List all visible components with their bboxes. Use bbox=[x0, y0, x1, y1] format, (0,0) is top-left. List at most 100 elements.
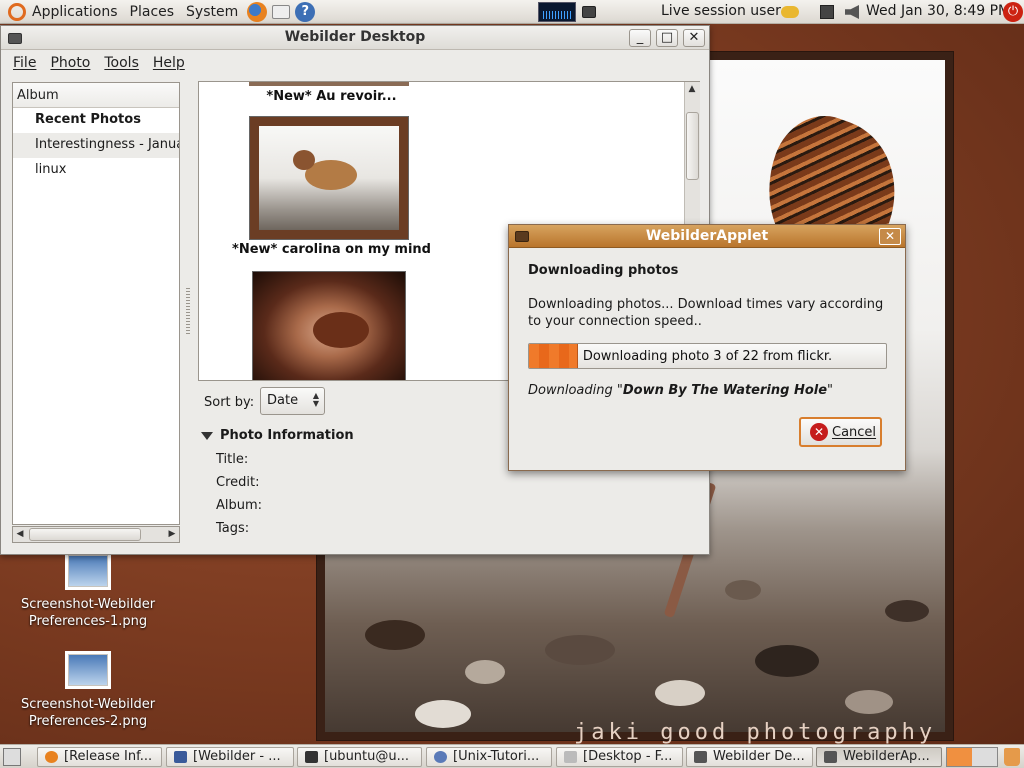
close-button[interactable]: ✕ bbox=[683, 29, 705, 47]
album-item-linux[interactable]: linux bbox=[13, 158, 179, 183]
progress-text: Downloading photo 3 of 22 from flickr. bbox=[582, 349, 833, 364]
keyring-icon[interactable] bbox=[781, 6, 799, 18]
desktop-file-icon-2[interactable] bbox=[68, 654, 108, 686]
album-horizontal-scrollbar[interactable]: ◀ ▶ bbox=[12, 526, 180, 543]
download-progress-bar: Downloading photo 3 of 22 from flickr. bbox=[528, 343, 887, 369]
taskbar-item-webilder-doc[interactable]: [Webilder - ... bbox=[166, 747, 294, 767]
dialog-title: WebilderApplet bbox=[645, 228, 769, 244]
sort-by-select[interactable]: Date ▲ ▼ bbox=[260, 387, 325, 415]
current-download-suffix: " bbox=[827, 383, 834, 398]
panel-clock[interactable]: Wed Jan 30, 8:49 PM bbox=[866, 3, 1010, 19]
info-credit-label: Credit: bbox=[216, 475, 260, 490]
taskbar-label: [ubuntu@u... bbox=[324, 749, 410, 764]
dialog-message: Downloading photos... Download times var… bbox=[528, 297, 884, 329]
album-item-recent-photos[interactable]: Recent Photos bbox=[13, 108, 179, 133]
menu-help[interactable]: Help bbox=[146, 55, 192, 71]
taskbar-item-release-info[interactable]: [Release Inf... bbox=[37, 747, 162, 767]
info-title-label: Title: bbox=[216, 452, 249, 467]
album-list: Album Recent Photos Interestingness - Ja… bbox=[12, 82, 180, 525]
webilder-task-icon bbox=[824, 751, 837, 763]
taskbar-item-webilder-applet[interactable]: WebilderAp... bbox=[816, 747, 942, 767]
desktop-file-label-1[interactable]: Screenshot-Webilder Preferences-1.png bbox=[18, 596, 158, 630]
mail-launcher-icon[interactable] bbox=[272, 4, 291, 19]
wren-head bbox=[293, 150, 315, 170]
desktop-file-label-2[interactable]: Screenshot-Webilder Preferences-2.png bbox=[18, 696, 158, 730]
taskbar-label: [Desktop - F... bbox=[583, 749, 673, 764]
taskbar-label: [Release Inf... bbox=[64, 749, 153, 764]
menu-file[interactable]: File bbox=[6, 55, 43, 71]
photo-caption-2[interactable]: *New* carolina on my mind bbox=[199, 242, 464, 257]
system-monitor-icon[interactable] bbox=[538, 2, 576, 22]
taskbar-label: [Unix-Tutori... bbox=[453, 749, 540, 764]
places-menu[interactable]: Places bbox=[124, 0, 181, 24]
sort-by-value: Date bbox=[267, 393, 299, 408]
info-tags-label: Tags: bbox=[216, 521, 250, 536]
show-desktop-icon[interactable] bbox=[3, 748, 21, 766]
network-icon[interactable] bbox=[820, 5, 834, 19]
folder-task-icon bbox=[564, 751, 577, 763]
help-launcher-icon[interactable]: ? bbox=[295, 1, 316, 22]
photo-information-expander[interactable]: Photo Information bbox=[201, 428, 354, 443]
dialog-close-button[interactable]: ✕ bbox=[879, 228, 901, 245]
taskbar-item-unix-tutorial[interactable]: [Unix-Tutori... bbox=[426, 747, 552, 767]
album-column-header[interactable]: Album bbox=[13, 83, 179, 108]
session-user-label[interactable]: Live session user bbox=[661, 3, 781, 19]
photo-thumbnail-partial[interactable] bbox=[249, 82, 409, 86]
minimize-button[interactable]: _ bbox=[629, 29, 651, 47]
dialog-heading: Downloading photos bbox=[528, 263, 679, 278]
system-monitor-graph bbox=[543, 11, 573, 19]
menu-photo[interactable]: Photo bbox=[43, 55, 97, 71]
wallpaper-watermark: jaki good photography bbox=[574, 720, 937, 744]
bottom-panel: [Release Inf... [Webilder - ... [ubuntu@… bbox=[0, 744, 1024, 768]
applications-menu[interactable]: Applications bbox=[32, 0, 124, 24]
trash-icon[interactable] bbox=[1004, 748, 1020, 766]
main-titlebar[interactable]: Webilder Desktop _ □ ✕ bbox=[1, 26, 709, 50]
wren-photo bbox=[259, 126, 399, 230]
current-download-label: Downloading "Down By The Watering Hole" bbox=[528, 383, 833, 398]
workspace-switcher[interactable] bbox=[946, 747, 998, 767]
dialog-titlebar[interactable]: WebilderApplet ✕ bbox=[509, 225, 905, 248]
firefox-task-icon bbox=[45, 751, 58, 763]
terminal-task-icon bbox=[305, 751, 318, 763]
taskbar-item-desktop-folder[interactable]: [Desktop - F... bbox=[556, 747, 683, 767]
current-download-prefix: Downloading " bbox=[528, 383, 623, 398]
taskbar-label: [Webilder - ... bbox=[193, 749, 281, 764]
menu-tools[interactable]: Tools bbox=[97, 55, 146, 71]
football-image bbox=[313, 312, 369, 348]
current-download-title: Down By The Watering Hole bbox=[622, 383, 828, 398]
taskbar-item-webilder-desktop[interactable]: Webilder De... bbox=[686, 747, 813, 767]
webilder-task-icon bbox=[694, 751, 707, 763]
cancel-icon: ✕ bbox=[810, 423, 828, 441]
system-menu[interactable]: System bbox=[180, 0, 244, 24]
photo-information-title: Photo Information bbox=[220, 428, 354, 443]
firefox-launcher-icon[interactable] bbox=[247, 1, 268, 22]
webilder-applet-dialog: WebilderApplet ✕ Downloading photos Down… bbox=[508, 224, 906, 471]
select-arrows-icon: ▲ ▼ bbox=[312, 391, 319, 408]
desktop-file-icon-1[interactable] bbox=[68, 555, 108, 587]
sort-by-label: Sort by: bbox=[204, 395, 255, 410]
photo-thumbnail-wren[interactable] bbox=[249, 116, 409, 240]
album-item-interestingness[interactable]: Interestingness - January bbox=[13, 133, 179, 158]
album-scroll-thumb[interactable] bbox=[29, 528, 141, 541]
taskbar-item-terminal[interactable]: [ubuntu@u... bbox=[297, 747, 422, 767]
scroll-left-arrow-icon[interactable]: ◀ bbox=[13, 527, 27, 542]
scroll-right-arrow-icon[interactable]: ▶ bbox=[165, 527, 179, 542]
photo-list-scroll-thumb[interactable] bbox=[686, 112, 699, 180]
menubar: File Photo Tools Help bbox=[1, 50, 709, 76]
photo-thumbnail-baby[interactable] bbox=[252, 271, 406, 380]
main-window-title: Webilder Desktop bbox=[284, 29, 426, 45]
power-icon[interactable]: ⏻ bbox=[1003, 2, 1023, 22]
taskbar-label: WebilderAp... bbox=[843, 749, 930, 764]
photo-caption-1[interactable]: *New* Au revoir... bbox=[199, 89, 464, 104]
info-album-label: Album: bbox=[216, 498, 263, 513]
webilder-tray-icon[interactable] bbox=[582, 6, 596, 18]
maximize-button[interactable]: □ bbox=[656, 29, 678, 47]
cancel-button[interactable]: ✕ Cancel bbox=[799, 417, 882, 447]
document-task-icon bbox=[174, 751, 187, 763]
scroll-up-arrow-icon[interactable]: ▲ bbox=[685, 82, 699, 97]
ubuntu-logo-icon[interactable] bbox=[8, 2, 26, 21]
expander-triangle-icon[interactable] bbox=[201, 431, 213, 440]
cancel-button-label: Cancel bbox=[832, 424, 877, 440]
pane-resize-handle[interactable] bbox=[186, 288, 190, 336]
taskbar-label: Webilder De... bbox=[713, 749, 805, 764]
